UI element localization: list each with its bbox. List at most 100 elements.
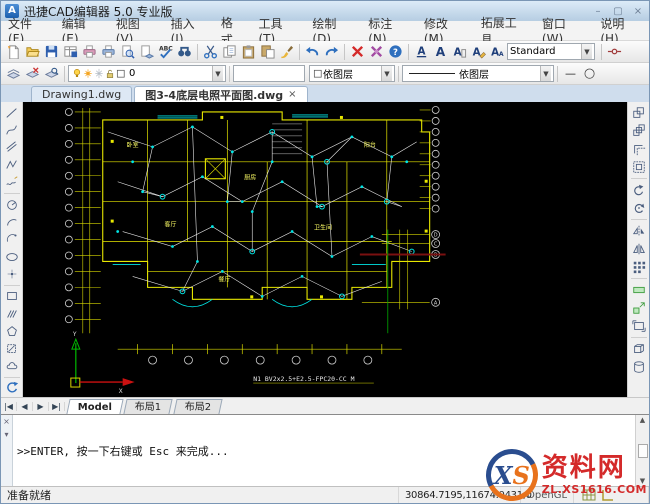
- cylinder-tool-icon[interactable]: [629, 358, 648, 376]
- ortho-toggle-icon[interactable]: [600, 489, 614, 501]
- status-bar: 准备就绪 30864.7195,11674.0431,0 OpenGL: [1, 486, 649, 503]
- command-close-icon[interactable]: ×: [3, 417, 10, 426]
- first-layout-button[interactable]: |◀: [1, 402, 17, 411]
- mirror-line-tool-icon[interactable]: [629, 240, 648, 258]
- scroll-up-icon[interactable]: ▲: [640, 416, 645, 424]
- boundary-hatch-tool-icon[interactable]: [2, 340, 21, 357]
- linetype-combo[interactable]: 依图层 ▼: [402, 65, 554, 82]
- point-tool-icon[interactable]: [2, 265, 21, 282]
- delete-icon[interactable]: [348, 43, 367, 61]
- revision-cloud-tool-icon[interactable]: [2, 357, 21, 374]
- format-painter-icon[interactable]: [277, 43, 296, 61]
- double-line-tool-icon[interactable]: [2, 139, 21, 156]
- layers-icon[interactable]: [4, 65, 23, 83]
- chevron-down-icon[interactable]: ▼: [581, 44, 592, 59]
- polyline-tool-icon[interactable]: [2, 156, 21, 173]
- command-history[interactable]: >>ENTER, 按一下右键或 Esc 来完成... '_.ZOOM Zoom:…: [13, 415, 635, 486]
- drawing-canvas[interactable]: 卧室 客厅 厨房 卫生间 餐厅 阳台: [23, 102, 627, 397]
- text-style-icon[interactable]: A: [469, 43, 488, 61]
- paste-icon[interactable]: [239, 43, 258, 61]
- box-tool-icon[interactable]: [629, 340, 648, 358]
- text-scale-icon[interactable]: AA: [488, 43, 507, 61]
- tab-floorplan[interactable]: 图3-4底层电照平面图.dwg ×: [134, 86, 307, 102]
- mirror-tool-icon[interactable]: [629, 222, 648, 240]
- export-icon[interactable]: [137, 43, 156, 61]
- redo-icon[interactable]: [322, 43, 341, 61]
- command-window[interactable]: × ▾ >>ENTER, 按一下右键或 Esc 来完成... '_.ZOOM Z…: [1, 414, 649, 486]
- arc-tool-icon[interactable]: [2, 213, 21, 230]
- undo-icon[interactable]: [303, 43, 322, 61]
- link-icon[interactable]: [605, 43, 624, 61]
- tab-close-icon[interactable]: ×: [288, 89, 296, 100]
- copy-tool-icon[interactable]: [629, 104, 648, 122]
- find-icon[interactable]: [175, 43, 194, 61]
- text-icon[interactable]: A: [431, 43, 450, 61]
- delete-alt-icon[interactable]: [367, 43, 386, 61]
- offset-tool-icon[interactable]: [629, 140, 648, 158]
- sun-icon[interactable]: [82, 68, 93, 79]
- open-file-icon[interactable]: [23, 43, 42, 61]
- ellipse-tool-icon[interactable]: [2, 248, 21, 265]
- next-layout-button[interactable]: ▶: [33, 402, 49, 411]
- new-file-icon[interactable]: [4, 43, 23, 61]
- scale-tool-icon[interactable]: [629, 299, 648, 317]
- modify-toolbar: [627, 102, 649, 397]
- arc-3point-tool-icon[interactable]: [2, 231, 21, 248]
- layer-value: 0: [129, 68, 135, 79]
- chevron-down-icon[interactable]: ▼: [212, 66, 223, 81]
- circle-tool-icon[interactable]: ○: [580, 65, 599, 83]
- text-underline-icon[interactable]: A: [412, 43, 431, 61]
- save-all-icon[interactable]: [61, 43, 80, 61]
- circle-tool-icon[interactable]: [2, 196, 21, 213]
- grid-toggle-icon[interactable]: [582, 489, 596, 501]
- svg-text:卧室: 卧室: [127, 141, 139, 149]
- save-icon[interactable]: [42, 43, 61, 61]
- rotate-reference-tool-icon[interactable]: [629, 199, 648, 217]
- text-edit-icon[interactable]: A: [450, 43, 469, 61]
- layer-off-icon[interactable]: [23, 65, 42, 83]
- last-layout-button[interactable]: ▶|: [49, 402, 65, 411]
- bulb-icon[interactable]: [71, 68, 82, 79]
- command-expand-icon[interactable]: ▾: [4, 430, 8, 439]
- layer-combo[interactable]: 0 ▼: [68, 65, 226, 82]
- cut-icon[interactable]: [201, 43, 220, 61]
- line-tool-icon[interactable]: [2, 104, 21, 121]
- layer-search-icon[interactable]: [42, 65, 61, 83]
- hatch-tool-icon[interactable]: [2, 305, 21, 322]
- array-tool-icon[interactable]: [629, 258, 648, 276]
- array-rect-tool-icon[interactable]: [629, 158, 648, 176]
- regen-icon[interactable]: [2, 380, 21, 397]
- copy-multiple-tool-icon[interactable]: [629, 122, 648, 140]
- color-combo[interactable]: 依图层 ▼: [309, 65, 395, 82]
- polygon-tool-icon[interactable]: [2, 322, 21, 339]
- scroll-down-icon[interactable]: ▼: [640, 477, 645, 485]
- print-icon[interactable]: [99, 43, 118, 61]
- lineweight-icon[interactable]: —: [561, 65, 580, 83]
- unlock-icon[interactable]: [104, 68, 115, 79]
- tab-drawing1[interactable]: Drawing1.dwg: [31, 86, 132, 102]
- prev-layout-button[interactable]: ◀: [17, 402, 33, 411]
- scroll-thumb[interactable]: [638, 444, 648, 458]
- help-icon[interactable]: ?: [386, 43, 405, 61]
- sketch-tool-icon[interactable]: [2, 174, 21, 191]
- chevron-down-icon[interactable]: ▼: [381, 66, 392, 81]
- spell-check-icon[interactable]: ABC: [156, 43, 175, 61]
- zoom-window-tool-icon[interactable]: [629, 317, 648, 335]
- layer-color-swatch[interactable]: [115, 68, 126, 79]
- text-style-combo[interactable]: Standard ▼: [507, 43, 595, 60]
- tab-layout1[interactable]: 布局1: [124, 399, 174, 414]
- rectangle-tool-icon[interactable]: [2, 288, 21, 305]
- spline-tool-icon[interactable]: [2, 121, 21, 138]
- plot-icon[interactable]: [80, 43, 99, 61]
- tab-model[interactable]: Model: [66, 399, 123, 414]
- print-preview-icon[interactable]: [118, 43, 137, 61]
- copy-icon[interactable]: [220, 43, 239, 61]
- paste-special-icon[interactable]: [258, 43, 277, 61]
- chevron-down-icon[interactable]: ▼: [540, 66, 551, 81]
- tab-layout2[interactable]: 布局2: [173, 399, 223, 414]
- command-scrollbar[interactable]: ▲ ▼: [635, 415, 649, 486]
- stretch-tool-icon[interactable]: [629, 281, 648, 299]
- empty-combo[interactable]: [233, 65, 305, 82]
- freeze-icon[interactable]: [93, 68, 104, 79]
- rotate-tool-icon[interactable]: [629, 181, 648, 199]
